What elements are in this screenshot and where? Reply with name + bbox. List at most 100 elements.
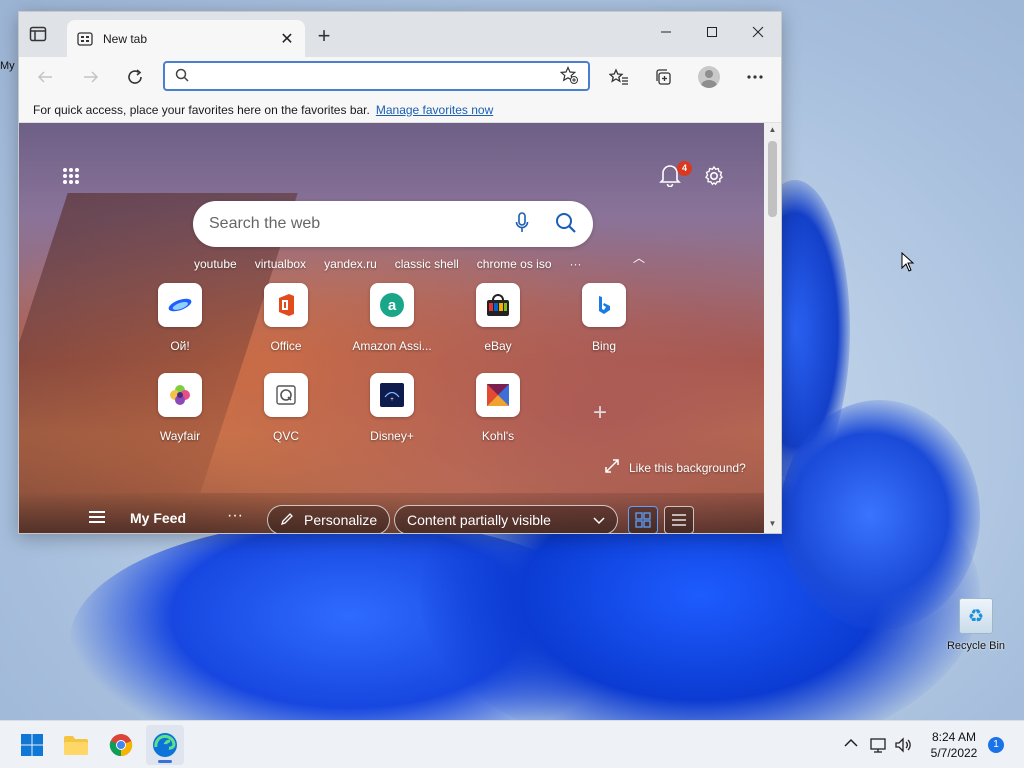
- settings-and-more-button[interactable]: [741, 64, 769, 90]
- recycle-bin-label: Recycle Bin: [946, 640, 1006, 652]
- amazon-assistant-icon: a: [370, 283, 414, 327]
- bing-icon: [582, 283, 626, 327]
- network-icon[interactable]: [870, 737, 888, 756]
- list-view-icon: [672, 514, 686, 526]
- chrome-icon: [109, 734, 133, 757]
- svg-text:a: a: [388, 297, 397, 314]
- favorites-bar: For quick access, place your favorites h…: [19, 97, 781, 123]
- feed-more-options[interactable]: ···: [227, 507, 243, 525]
- ebay-icon: [476, 283, 520, 327]
- start-button[interactable]: [18, 731, 46, 759]
- quick-link-yandex[interactable]: yandex.ru: [324, 257, 377, 271]
- edge-button[interactable]: [151, 731, 179, 759]
- scrollbar-thumb[interactable]: [768, 141, 777, 217]
- new-tab-button[interactable]: +: [312, 23, 336, 49]
- add-favorite-star-icon[interactable]: [559, 65, 578, 87]
- feed-menu-hamburger-icon[interactable]: [89, 511, 105, 526]
- office-icon: [264, 283, 308, 327]
- quick-links-more[interactable]: ···: [570, 257, 582, 271]
- page-scrollbar[interactable]: ▲ ▼: [764, 123, 781, 533]
- scroll-down-arrow-icon[interactable]: ▼: [764, 519, 781, 533]
- back-button[interactable]: [31, 65, 59, 89]
- minimize-button[interactable]: [643, 12, 689, 52]
- quick-link-classic-shell[interactable]: classic shell: [395, 257, 459, 271]
- quick-link-chrome-os-iso[interactable]: chrome os iso: [477, 257, 552, 271]
- tab-new-tab[interactable]: New tab ✕: [67, 20, 305, 57]
- tile-oi[interactable]: Ой!: [135, 283, 225, 353]
- edge-icon: [153, 733, 177, 757]
- list-view-button[interactable]: [664, 506, 694, 533]
- oi-icon: [158, 283, 202, 327]
- profile-button[interactable]: [695, 64, 723, 90]
- quick-link-youtube[interactable]: youtube: [194, 257, 237, 271]
- clock-date: 5/7/2022: [930, 746, 978, 760]
- quick-links: youtube virtualbox yandex.ru classic she…: [194, 257, 600, 271]
- new-tab-favicon-icon: [77, 31, 93, 46]
- quick-link-virtualbox[interactable]: virtualbox: [255, 257, 306, 271]
- tile-ebay[interactable]: eBay: [453, 283, 543, 353]
- tile-bing[interactable]: Bing: [559, 283, 649, 353]
- favorites-bar-message: For quick access, place your favorites h…: [33, 102, 370, 117]
- search-submit-icon[interactable]: [555, 212, 577, 237]
- folder-icon: [64, 736, 88, 755]
- feed-bar: My Feed ··· Personalize Content partiall…: [19, 493, 765, 533]
- search-icon: [175, 68, 189, 85]
- edge-browser-window: New tab ✕ + For quick access, place your…: [18, 11, 782, 534]
- system-clock[interactable]: 8:24 AM 5/7/2022: [920, 729, 988, 761]
- collapse-chevron-up-icon[interactable]: ︿: [633, 249, 645, 266]
- tab-strip: New tab ✕ +: [19, 12, 781, 57]
- web-search-input[interactable]: [209, 215, 515, 233]
- address-input[interactable]: [197, 68, 560, 84]
- clock-time: 8:24 AM: [931, 730, 977, 744]
- favorites-button[interactable]: [605, 64, 633, 90]
- disney-plus-icon: +: [370, 373, 414, 417]
- tile-wayfair[interactable]: Wayfair: [135, 373, 225, 443]
- close-tab-icon[interactable]: ✕: [279, 29, 295, 49]
- wallpaper-bloom: [780, 400, 980, 630]
- personalize-button[interactable]: Personalize: [267, 505, 391, 533]
- show-hidden-icons-chevron-up-icon[interactable]: [844, 737, 858, 751]
- tile-office[interactable]: Office: [241, 283, 331, 353]
- tile-kohls[interactable]: Kohl's: [453, 373, 543, 443]
- chrome-button[interactable]: [107, 731, 135, 759]
- windows-logo-icon: [21, 734, 43, 756]
- notifications-badge: 4: [677, 161, 692, 176]
- forward-button[interactable]: [77, 65, 105, 89]
- voice-search-microphone-icon[interactable]: [515, 211, 529, 237]
- wayfair-icon: [158, 373, 202, 417]
- like-this-background[interactable]: Like this background?: [605, 459, 746, 476]
- tile-qvc[interactable]: QVC: [241, 373, 331, 443]
- chevron-down-icon: [593, 512, 605, 528]
- like-background-label: Like this background?: [629, 460, 746, 475]
- grid-view-button[interactable]: [628, 506, 658, 533]
- taskbar: 8:24 AM 5/7/2022 1: [0, 720, 1024, 768]
- close-window-button[interactable]: [735, 12, 781, 52]
- expand-arrow-icon: [605, 459, 619, 476]
- refresh-button[interactable]: [121, 65, 149, 89]
- maximize-button[interactable]: [689, 12, 735, 52]
- tile-amazon-assistant[interactable]: a Amazon Assi...: [347, 283, 437, 353]
- collections-button[interactable]: [649, 64, 677, 90]
- tab-actions-icon[interactable]: [29, 26, 49, 44]
- app-launcher-icon[interactable]: [63, 168, 79, 184]
- pencil-icon: [280, 512, 294, 529]
- manage-favorites-link[interactable]: Manage favorites now: [376, 103, 493, 117]
- add-site-plus-icon[interactable]: +: [593, 399, 607, 427]
- scroll-up-arrow-icon[interactable]: ▲: [764, 125, 781, 139]
- my-feed-title[interactable]: My Feed: [130, 510, 186, 526]
- browser-toolbar: [19, 57, 781, 97]
- file-explorer-button[interactable]: [62, 731, 90, 759]
- volume-icon[interactable]: [894, 737, 912, 756]
- tab-title: New tab: [103, 31, 148, 46]
- notification-center-badge[interactable]: 1: [988, 737, 1004, 753]
- content-visibility-dropdown[interactable]: Content partially visible: [394, 505, 618, 533]
- tile-disney-plus[interactable]: + Disney+: [347, 373, 437, 443]
- new-tab-page: 4 youtube virtualbox yandex.ru classic s…: [19, 123, 765, 533]
- desktop-icon-label-partial[interactable]: My: [0, 60, 15, 72]
- page-settings-gear-icon[interactable]: [703, 165, 725, 187]
- grid-view-icon: [635, 512, 651, 528]
- recycle-bin-icon: ♻: [959, 598, 993, 634]
- recycle-bin-shortcut[interactable]: ♻ Recycle Bin: [940, 598, 1012, 652]
- address-bar[interactable]: [163, 61, 590, 91]
- web-search-box[interactable]: [193, 201, 593, 247]
